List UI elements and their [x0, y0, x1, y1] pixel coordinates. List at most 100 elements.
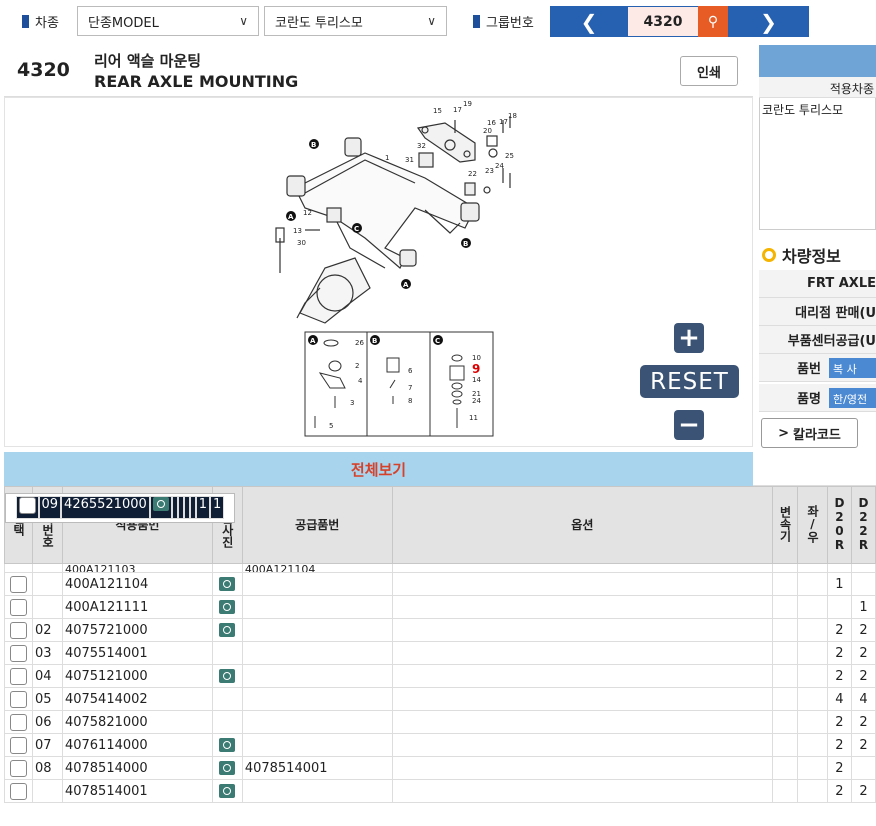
photo-cell[interactable] [211, 595, 243, 619]
checkbox-icon[interactable] [9, 713, 27, 731]
select-checkbox[interactable] [4, 618, 33, 642]
select-checkbox[interactable] [4, 733, 33, 757]
color-code-button[interactable]: > 칼라코드 [761, 418, 858, 448]
zoom-in-button[interactable]: + [674, 323, 704, 353]
d22r-cell: 2 [850, 664, 876, 688]
table-row[interactable]: 400A121111 1 [4, 595, 876, 619]
vehicle-select[interactable]: 코란도 투리스모 ∨ [264, 6, 447, 36]
checkbox-icon[interactable] [9, 690, 27, 708]
camera-icon[interactable] [219, 761, 236, 775]
vehicle-info-row: 부품센터공급(U [759, 326, 876, 354]
table-row[interactable]: 400A121104 1 [4, 572, 876, 596]
option-cell [391, 779, 774, 803]
option-cell [391, 572, 774, 596]
part-number: 400A121104 [61, 572, 213, 596]
svg-text:5: 5 [329, 422, 333, 430]
camera-icon[interactable] [219, 784, 236, 798]
all-view-spacer [753, 452, 876, 486]
option-cell [391, 756, 774, 780]
select-checkbox[interactable] [4, 710, 33, 734]
row-index: 09 [38, 496, 62, 519]
applied-vehicle-column: 적용차종 [759, 77, 876, 98]
table-row[interactable]: 08 4078514000 4078514001 2 [4, 756, 876, 780]
svg-text:B: B [463, 240, 468, 248]
supply-number [241, 710, 393, 734]
search-icon[interactable]: ⚲ [698, 6, 728, 37]
table-row[interactable]: 02 4075721000 2 2 [4, 618, 876, 642]
d22r-cell: 2 [850, 733, 876, 757]
select-checkbox[interactable] [4, 572, 33, 596]
camera-icon[interactable] [219, 577, 236, 591]
checkbox-icon[interactable] [9, 644, 27, 662]
checkbox-icon[interactable] [9, 782, 27, 800]
photo-cell[interactable] [149, 496, 172, 519]
print-button[interactable]: 인쇄 [680, 56, 738, 86]
parts-table: 선택 지시번호 적용품번 부품사진 공급품번 옵션 변속기 좌/우 D20R D… [4, 486, 876, 803]
table-row[interactable]: 4078514001 2 2 [4, 779, 876, 803]
supply-number [241, 641, 393, 665]
left-right-cell [796, 572, 828, 596]
prev-group-button[interactable]: ❮ [550, 10, 628, 34]
svg-text:25: 25 [505, 152, 514, 160]
copy-button[interactable]: 복 사 [829, 358, 876, 378]
table-row[interactable]: 09 4265521000 1 1 [4, 492, 236, 523]
zoom-out-button[interactable]: − [674, 410, 704, 440]
photo-cell[interactable] [211, 779, 243, 803]
row-index [31, 595, 63, 619]
select-checkbox[interactable] [4, 687, 33, 711]
table-row[interactable]: 400A121103 400A121104 [4, 563, 876, 573]
checkbox-icon[interactable] [9, 667, 27, 685]
checkbox-icon[interactable] [9, 598, 27, 616]
table-row[interactable]: 07 4076114000 2 2 [4, 733, 876, 757]
checkbox-icon[interactable] [18, 497, 36, 514]
select-checkbox[interactable] [4, 779, 33, 803]
d22r-cell: 2 [850, 641, 876, 665]
supply-number [241, 687, 393, 711]
photo-cell[interactable] [211, 710, 243, 734]
supply-number [241, 572, 393, 596]
row-index: 06 [31, 710, 63, 734]
select-checkbox[interactable] [4, 664, 33, 688]
checkbox-icon[interactable] [9, 736, 27, 754]
d20r-cell: 2 [826, 733, 852, 757]
photo-cell[interactable] [211, 641, 243, 665]
table-row[interactable]: 05 4075414002 4 4 [4, 687, 876, 711]
part-number: 4075414002 [61, 687, 213, 711]
table-row[interactable]: 04 4075121000 2 2 [4, 664, 876, 688]
part-number: 4075121000 [61, 664, 213, 688]
table-row[interactable]: 03 4075514001 2 2 [4, 641, 876, 665]
table-row[interactable]: 06 4075821000 2 2 [4, 710, 876, 734]
photo-cell[interactable] [211, 756, 243, 780]
svg-text:19: 19 [463, 100, 472, 108]
d22r-cell: 2 [850, 710, 876, 734]
photo-cell[interactable] [211, 664, 243, 688]
option-cell [391, 641, 774, 665]
checkbox-icon[interactable] [9, 621, 27, 639]
select-checkbox[interactable] [4, 756, 33, 780]
photo-cell[interactable] [211, 618, 243, 642]
checkbox-icon[interactable] [9, 575, 27, 593]
select-checkbox[interactable] [4, 595, 33, 619]
camera-icon[interactable] [152, 497, 169, 511]
camera-icon[interactable] [219, 600, 236, 614]
option-cell [391, 664, 774, 688]
photo-cell[interactable] [211, 687, 243, 711]
svg-text:24: 24 [495, 162, 504, 170]
lang-toggle-button[interactable]: 한/영전 [829, 388, 876, 408]
d20r-cell: 2 [826, 618, 852, 642]
camera-icon[interactable] [219, 669, 236, 683]
part-number: 400A121111 [61, 595, 213, 619]
photo-cell[interactable] [211, 733, 243, 757]
reset-button[interactable]: RESET [640, 365, 739, 398]
group-number-input[interactable]: 4320 [628, 7, 698, 36]
all-view-tab[interactable]: 전체보기 [4, 452, 753, 486]
next-group-button[interactable]: ❯ [728, 10, 809, 34]
model-select[interactable]: 단종MODEL ∨ [77, 6, 259, 36]
camera-icon[interactable] [219, 623, 236, 637]
camera-icon[interactable] [219, 738, 236, 752]
checkbox-icon[interactable] [9, 759, 27, 777]
select-checkbox[interactable] [4, 641, 33, 665]
select-checkbox[interactable] [15, 496, 39, 519]
left-right-cell [796, 710, 828, 734]
photo-cell[interactable] [211, 572, 243, 596]
